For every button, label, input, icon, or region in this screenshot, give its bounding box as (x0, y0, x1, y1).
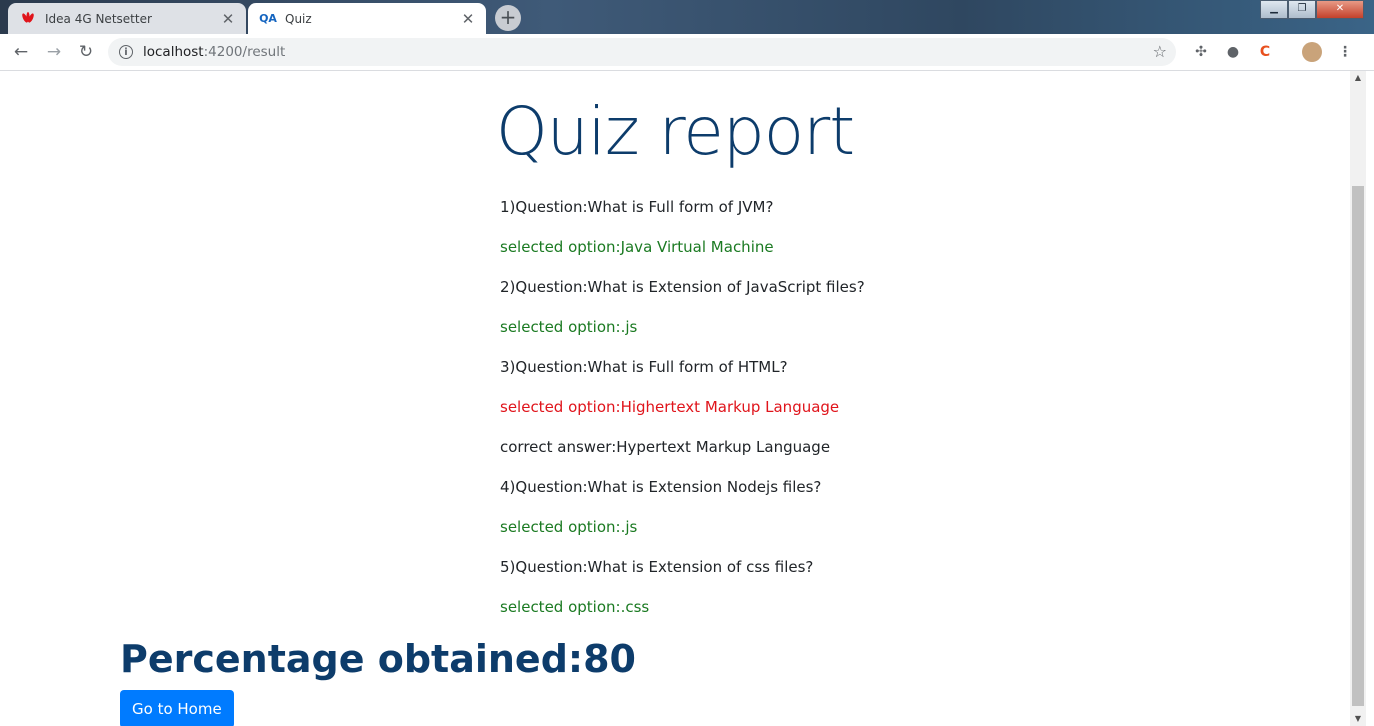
address-bar[interactable]: i localhost:4200/result ☆ (108, 38, 1176, 66)
info-icon[interactable]: i (119, 45, 133, 59)
scroll-down-icon[interactable]: ▼ (1350, 712, 1366, 726)
scroll-up-icon[interactable]: ▲ (1350, 71, 1366, 85)
minimize-icon[interactable]: ▁ (1260, 0, 1288, 19)
page-viewport: Quiz report 1)Question:What is Full form… (0, 71, 1350, 726)
selected-option-text: selected option:.css (500, 598, 650, 616)
scroll-thumb[interactable] (1352, 186, 1364, 706)
tab-strip: Idea 4G Netsetter ✕ QA Quiz ✕ + ▁ ❐ ✕ (0, 0, 1374, 34)
question-text: 4)Question:What is Extension Nodejs file… (500, 478, 822, 496)
url-path: :4200/result (203, 44, 286, 60)
window-controls: ▁ ❐ ✕ (1260, 0, 1364, 19)
avatar[interactable] (1302, 42, 1322, 62)
close-window-icon[interactable]: ✕ (1316, 0, 1364, 19)
new-tab-button[interactable]: + (495, 5, 521, 31)
restore-icon[interactable]: ❐ (1288, 0, 1316, 19)
url-host: localhost (143, 44, 204, 60)
extension-c-icon[interactable]: C (1256, 43, 1274, 61)
report-list: 1)Question:What is Full form of JVM? sele… (500, 197, 865, 637)
close-tab-icon[interactable]: ✕ (460, 10, 476, 28)
extension-circle-icon[interactable]: ● (1224, 43, 1242, 61)
tab-title: Quiz (285, 11, 312, 26)
selected-option-text: selected option:Java Virtual Machine (500, 238, 774, 256)
back-icon[interactable]: ← (10, 41, 32, 63)
selected-option-text: selected option:.js (500, 518, 638, 536)
question-text: 3)Question:What is Full form of HTML? (500, 358, 788, 376)
selected-option-text: selected option:.js (500, 318, 638, 336)
qa-favicon-icon: QA (259, 12, 277, 25)
menu-kebab-icon[interactable]: ⋮ (1336, 43, 1354, 61)
page-title: Quiz report (495, 93, 855, 170)
close-tab-icon[interactable]: ✕ (220, 10, 236, 28)
forward-icon[interactable]: → (43, 41, 65, 63)
bookmark-star-icon[interactable]: ☆ (1153, 42, 1167, 61)
tab-title: Idea 4G Netsetter (45, 11, 152, 26)
tab-idea-netsetter[interactable]: Idea 4G Netsetter ✕ (8, 3, 246, 34)
huawei-icon (20, 11, 36, 27)
extension-puzzle-icon[interactable]: ✣ (1192, 43, 1210, 61)
question-text: 5)Question:What is Extension of css file… (500, 558, 814, 576)
reload-icon[interactable]: ↻ (75, 41, 97, 63)
tab-quiz[interactable]: QA Quiz ✕ (248, 3, 486, 34)
question-text: 1)Question:What is Full form of JVM? (500, 198, 774, 216)
go-to-home-button[interactable]: Go to Home (120, 690, 234, 726)
scrollbar[interactable]: ▲ ▼ (1350, 71, 1366, 726)
selected-option-text: selected option:Highertext Markup Langua… (500, 398, 840, 416)
percentage-obtained: Percentage obtained:80 (120, 637, 636, 681)
correct-answer-text: correct answer:Hypertext Markup Language (500, 438, 831, 456)
question-text: 2)Question:What is Extension of JavaScri… (500, 278, 865, 296)
browser-toolbar: ← → ↻ i localhost:4200/result ☆ ✣ ● C ⋮ (0, 34, 1374, 71)
